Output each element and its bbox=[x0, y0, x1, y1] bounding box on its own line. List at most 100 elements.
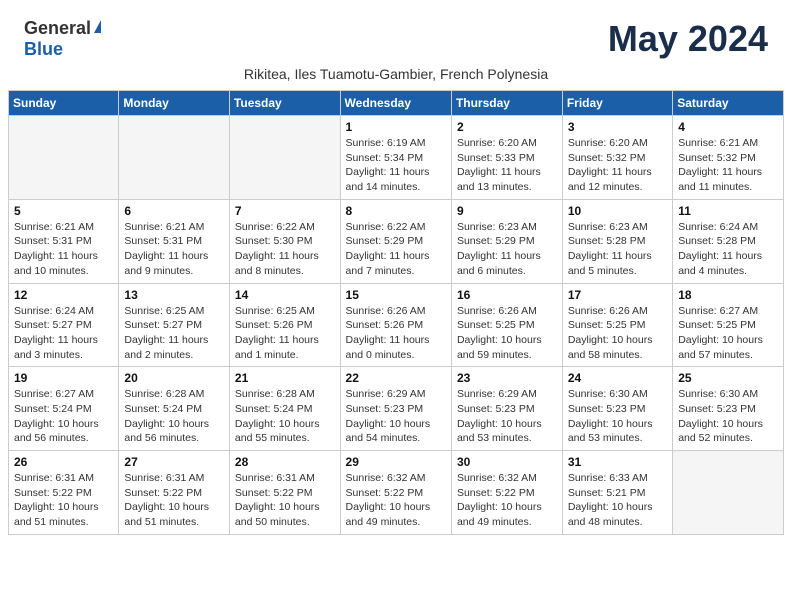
calendar-week-row: 1 Sunrise: 6:19 AMSunset: 5:34 PMDaylight… bbox=[9, 116, 784, 200]
day-info: Sunrise: 6:33 AMSunset: 5:21 PMDaylight:… bbox=[568, 471, 667, 530]
day-info: Sunrise: 6:22 AMSunset: 5:30 PMDaylight:… bbox=[235, 220, 335, 279]
calendar-week-row: 19 Sunrise: 6:27 AMSunset: 5:24 PMDayligh… bbox=[9, 367, 784, 451]
day-number: 15 bbox=[346, 288, 446, 302]
day-info: Sunrise: 6:20 AMSunset: 5:33 PMDaylight:… bbox=[457, 136, 557, 195]
day-info: Sunrise: 6:28 AMSunset: 5:24 PMDaylight:… bbox=[235, 387, 335, 446]
table-row bbox=[119, 116, 230, 200]
day-number: 24 bbox=[568, 371, 667, 385]
day-number: 10 bbox=[568, 204, 667, 218]
table-row: 10 Sunrise: 6:23 AMSunset: 5:28 PMDayligh… bbox=[562, 199, 672, 283]
table-row: 1 Sunrise: 6:19 AMSunset: 5:34 PMDaylight… bbox=[340, 116, 451, 200]
calendar-header-row: Sunday Monday Tuesday Wednesday Thursday… bbox=[9, 91, 784, 116]
table-row: 22 Sunrise: 6:29 AMSunset: 5:23 PMDayligh… bbox=[340, 367, 451, 451]
day-number: 13 bbox=[124, 288, 224, 302]
day-number: 30 bbox=[457, 455, 557, 469]
table-row: 15Sunrise: 6:26 AMSunset: 5:26 PMDayligh… bbox=[340, 283, 451, 367]
day-info: Sunrise: 6:32 AMSunset: 5:22 PMDaylight:… bbox=[457, 471, 557, 530]
day-number: 22 bbox=[346, 371, 446, 385]
calendar-wrapper: Sunday Monday Tuesday Wednesday Thursday… bbox=[0, 90, 792, 543]
table-row: 7 Sunrise: 6:22 AMSunset: 5:30 PMDaylight… bbox=[229, 199, 340, 283]
calendar-week-row: 12Sunrise: 6:24 AMSunset: 5:27 PMDayligh… bbox=[9, 283, 784, 367]
col-friday: Friday bbox=[562, 91, 672, 116]
table-row: 29 Sunrise: 6:32 AMSunset: 5:22 PMDayligh… bbox=[340, 451, 451, 535]
table-row: 21 Sunrise: 6:28 AMSunset: 5:24 PMDayligh… bbox=[229, 367, 340, 451]
logo-blue-text: Blue bbox=[24, 39, 63, 59]
table-row: 31Sunrise: 6:33 AMSunset: 5:21 PMDayligh… bbox=[562, 451, 672, 535]
table-row: 8 Sunrise: 6:22 AMSunset: 5:29 PMDaylight… bbox=[340, 199, 451, 283]
day-info: Sunrise: 6:21 AMSunset: 5:31 PMDaylight:… bbox=[14, 220, 113, 279]
table-row: 17 Sunrise: 6:26 AMSunset: 5:25 PMDayligh… bbox=[562, 283, 672, 367]
page-header: General Blue May 2024 bbox=[0, 0, 792, 66]
table-row bbox=[229, 116, 340, 200]
table-row bbox=[673, 451, 784, 535]
table-row: 9 Sunrise: 6:23 AMSunset: 5:29 PMDaylight… bbox=[451, 199, 562, 283]
table-row: 23 Sunrise: 6:29 AMSunset: 5:23 PMDayligh… bbox=[451, 367, 562, 451]
table-row: 12Sunrise: 6:24 AMSunset: 5:27 PMDayligh… bbox=[9, 283, 119, 367]
day-info: Sunrise: 6:21 AMSunset: 5:31 PMDaylight:… bbox=[124, 220, 224, 279]
day-info: Sunrise: 6:25 AMSunset: 5:27 PMDaylight:… bbox=[124, 304, 224, 363]
subtitle: Rikitea, Iles Tuamotu-Gambier, French Po… bbox=[0, 66, 792, 90]
day-info: Sunrise: 6:28 AMSunset: 5:24 PMDaylight:… bbox=[124, 387, 224, 446]
day-number: 16 bbox=[457, 288, 557, 302]
table-row: 24 Sunrise: 6:30 AMSunset: 5:23 PMDayligh… bbox=[562, 367, 672, 451]
day-number: 19 bbox=[14, 371, 113, 385]
day-info: Sunrise: 6:21 AMSunset: 5:32 PMDaylight:… bbox=[678, 136, 778, 195]
day-info: Sunrise: 6:23 AMSunset: 5:29 PMDaylight:… bbox=[457, 220, 557, 279]
day-info: Sunrise: 6:23 AMSunset: 5:28 PMDaylight:… bbox=[568, 220, 667, 279]
day-info: Sunrise: 6:27 AMSunset: 5:24 PMDaylight:… bbox=[14, 387, 113, 446]
day-number: 14 bbox=[235, 288, 335, 302]
table-row: 2 Sunrise: 6:20 AMSunset: 5:33 PMDaylight… bbox=[451, 116, 562, 200]
day-number: 2 bbox=[457, 120, 557, 134]
day-number: 23 bbox=[457, 371, 557, 385]
day-info: Sunrise: 6:19 AMSunset: 5:34 PMDaylight:… bbox=[346, 136, 446, 195]
table-row: 26 Sunrise: 6:31 AMSunset: 5:22 PMDayligh… bbox=[9, 451, 119, 535]
day-number: 25 bbox=[678, 371, 778, 385]
logo: General Blue bbox=[24, 18, 102, 60]
day-info: Sunrise: 6:32 AMSunset: 5:22 PMDaylight:… bbox=[346, 471, 446, 530]
day-info: Sunrise: 6:24 AMSunset: 5:27 PMDaylight:… bbox=[14, 304, 113, 363]
calendar-week-row: 5 Sunrise: 6:21 AMSunset: 5:31 PMDaylight… bbox=[9, 199, 784, 283]
day-info: Sunrise: 6:27 AMSunset: 5:25 PMDaylight:… bbox=[678, 304, 778, 363]
day-info: Sunrise: 6:31 AMSunset: 5:22 PMDaylight:… bbox=[14, 471, 113, 530]
table-row: 3 Sunrise: 6:20 AMSunset: 5:32 PMDaylight… bbox=[562, 116, 672, 200]
table-row: 5 Sunrise: 6:21 AMSunset: 5:31 PMDaylight… bbox=[9, 199, 119, 283]
day-number: 6 bbox=[124, 204, 224, 218]
day-number: 5 bbox=[14, 204, 113, 218]
day-number: 7 bbox=[235, 204, 335, 218]
day-info: Sunrise: 6:25 AMSunset: 5:26 PMDaylight:… bbox=[235, 304, 335, 363]
day-number: 8 bbox=[346, 204, 446, 218]
col-saturday: Saturday bbox=[673, 91, 784, 116]
table-row: 18 Sunrise: 6:27 AMSunset: 5:25 PMDayligh… bbox=[673, 283, 784, 367]
day-number: 3 bbox=[568, 120, 667, 134]
day-number: 20 bbox=[124, 371, 224, 385]
day-info: Sunrise: 6:29 AMSunset: 5:23 PMDaylight:… bbox=[457, 387, 557, 446]
day-info: Sunrise: 6:20 AMSunset: 5:32 PMDaylight:… bbox=[568, 136, 667, 195]
day-number: 29 bbox=[346, 455, 446, 469]
col-wednesday: Wednesday bbox=[340, 91, 451, 116]
day-number: 21 bbox=[235, 371, 335, 385]
logo-icon bbox=[94, 20, 101, 33]
day-info: Sunrise: 6:29 AMSunset: 5:23 PMDaylight:… bbox=[346, 387, 446, 446]
table-row: 13 Sunrise: 6:25 AMSunset: 5:27 PMDayligh… bbox=[119, 283, 230, 367]
day-info: Sunrise: 6:30 AMSunset: 5:23 PMDaylight:… bbox=[568, 387, 667, 446]
day-number: 11 bbox=[678, 204, 778, 218]
day-info: Sunrise: 6:26 AMSunset: 5:25 PMDaylight:… bbox=[568, 304, 667, 363]
day-info: Sunrise: 6:22 AMSunset: 5:29 PMDaylight:… bbox=[346, 220, 446, 279]
table-row: 28Sunrise: 6:31 AMSunset: 5:22 PMDayligh… bbox=[229, 451, 340, 535]
table-row: 11Sunrise: 6:24 AMSunset: 5:28 PMDayligh… bbox=[673, 199, 784, 283]
table-row: 16 Sunrise: 6:26 AMSunset: 5:25 PMDayligh… bbox=[451, 283, 562, 367]
day-info: Sunrise: 6:31 AMSunset: 5:22 PMDaylight:… bbox=[124, 471, 224, 530]
table-row: 27Sunrise: 6:31 AMSunset: 5:22 PMDayligh… bbox=[119, 451, 230, 535]
table-row: 4 Sunrise: 6:21 AMSunset: 5:32 PMDaylight… bbox=[673, 116, 784, 200]
day-number: 18 bbox=[678, 288, 778, 302]
day-info: Sunrise: 6:31 AMSunset: 5:22 PMDaylight:… bbox=[235, 471, 335, 530]
day-number: 17 bbox=[568, 288, 667, 302]
table-row: 14 Sunrise: 6:25 AMSunset: 5:26 PMDayligh… bbox=[229, 283, 340, 367]
day-number: 26 bbox=[14, 455, 113, 469]
day-info: Sunrise: 6:30 AMSunset: 5:23 PMDaylight:… bbox=[678, 387, 778, 446]
day-number: 9 bbox=[457, 204, 557, 218]
table-row: 19 Sunrise: 6:27 AMSunset: 5:24 PMDayligh… bbox=[9, 367, 119, 451]
day-number: 1 bbox=[346, 120, 446, 134]
day-info: Sunrise: 6:26 AMSunset: 5:25 PMDaylight:… bbox=[457, 304, 557, 363]
day-number: 4 bbox=[678, 120, 778, 134]
